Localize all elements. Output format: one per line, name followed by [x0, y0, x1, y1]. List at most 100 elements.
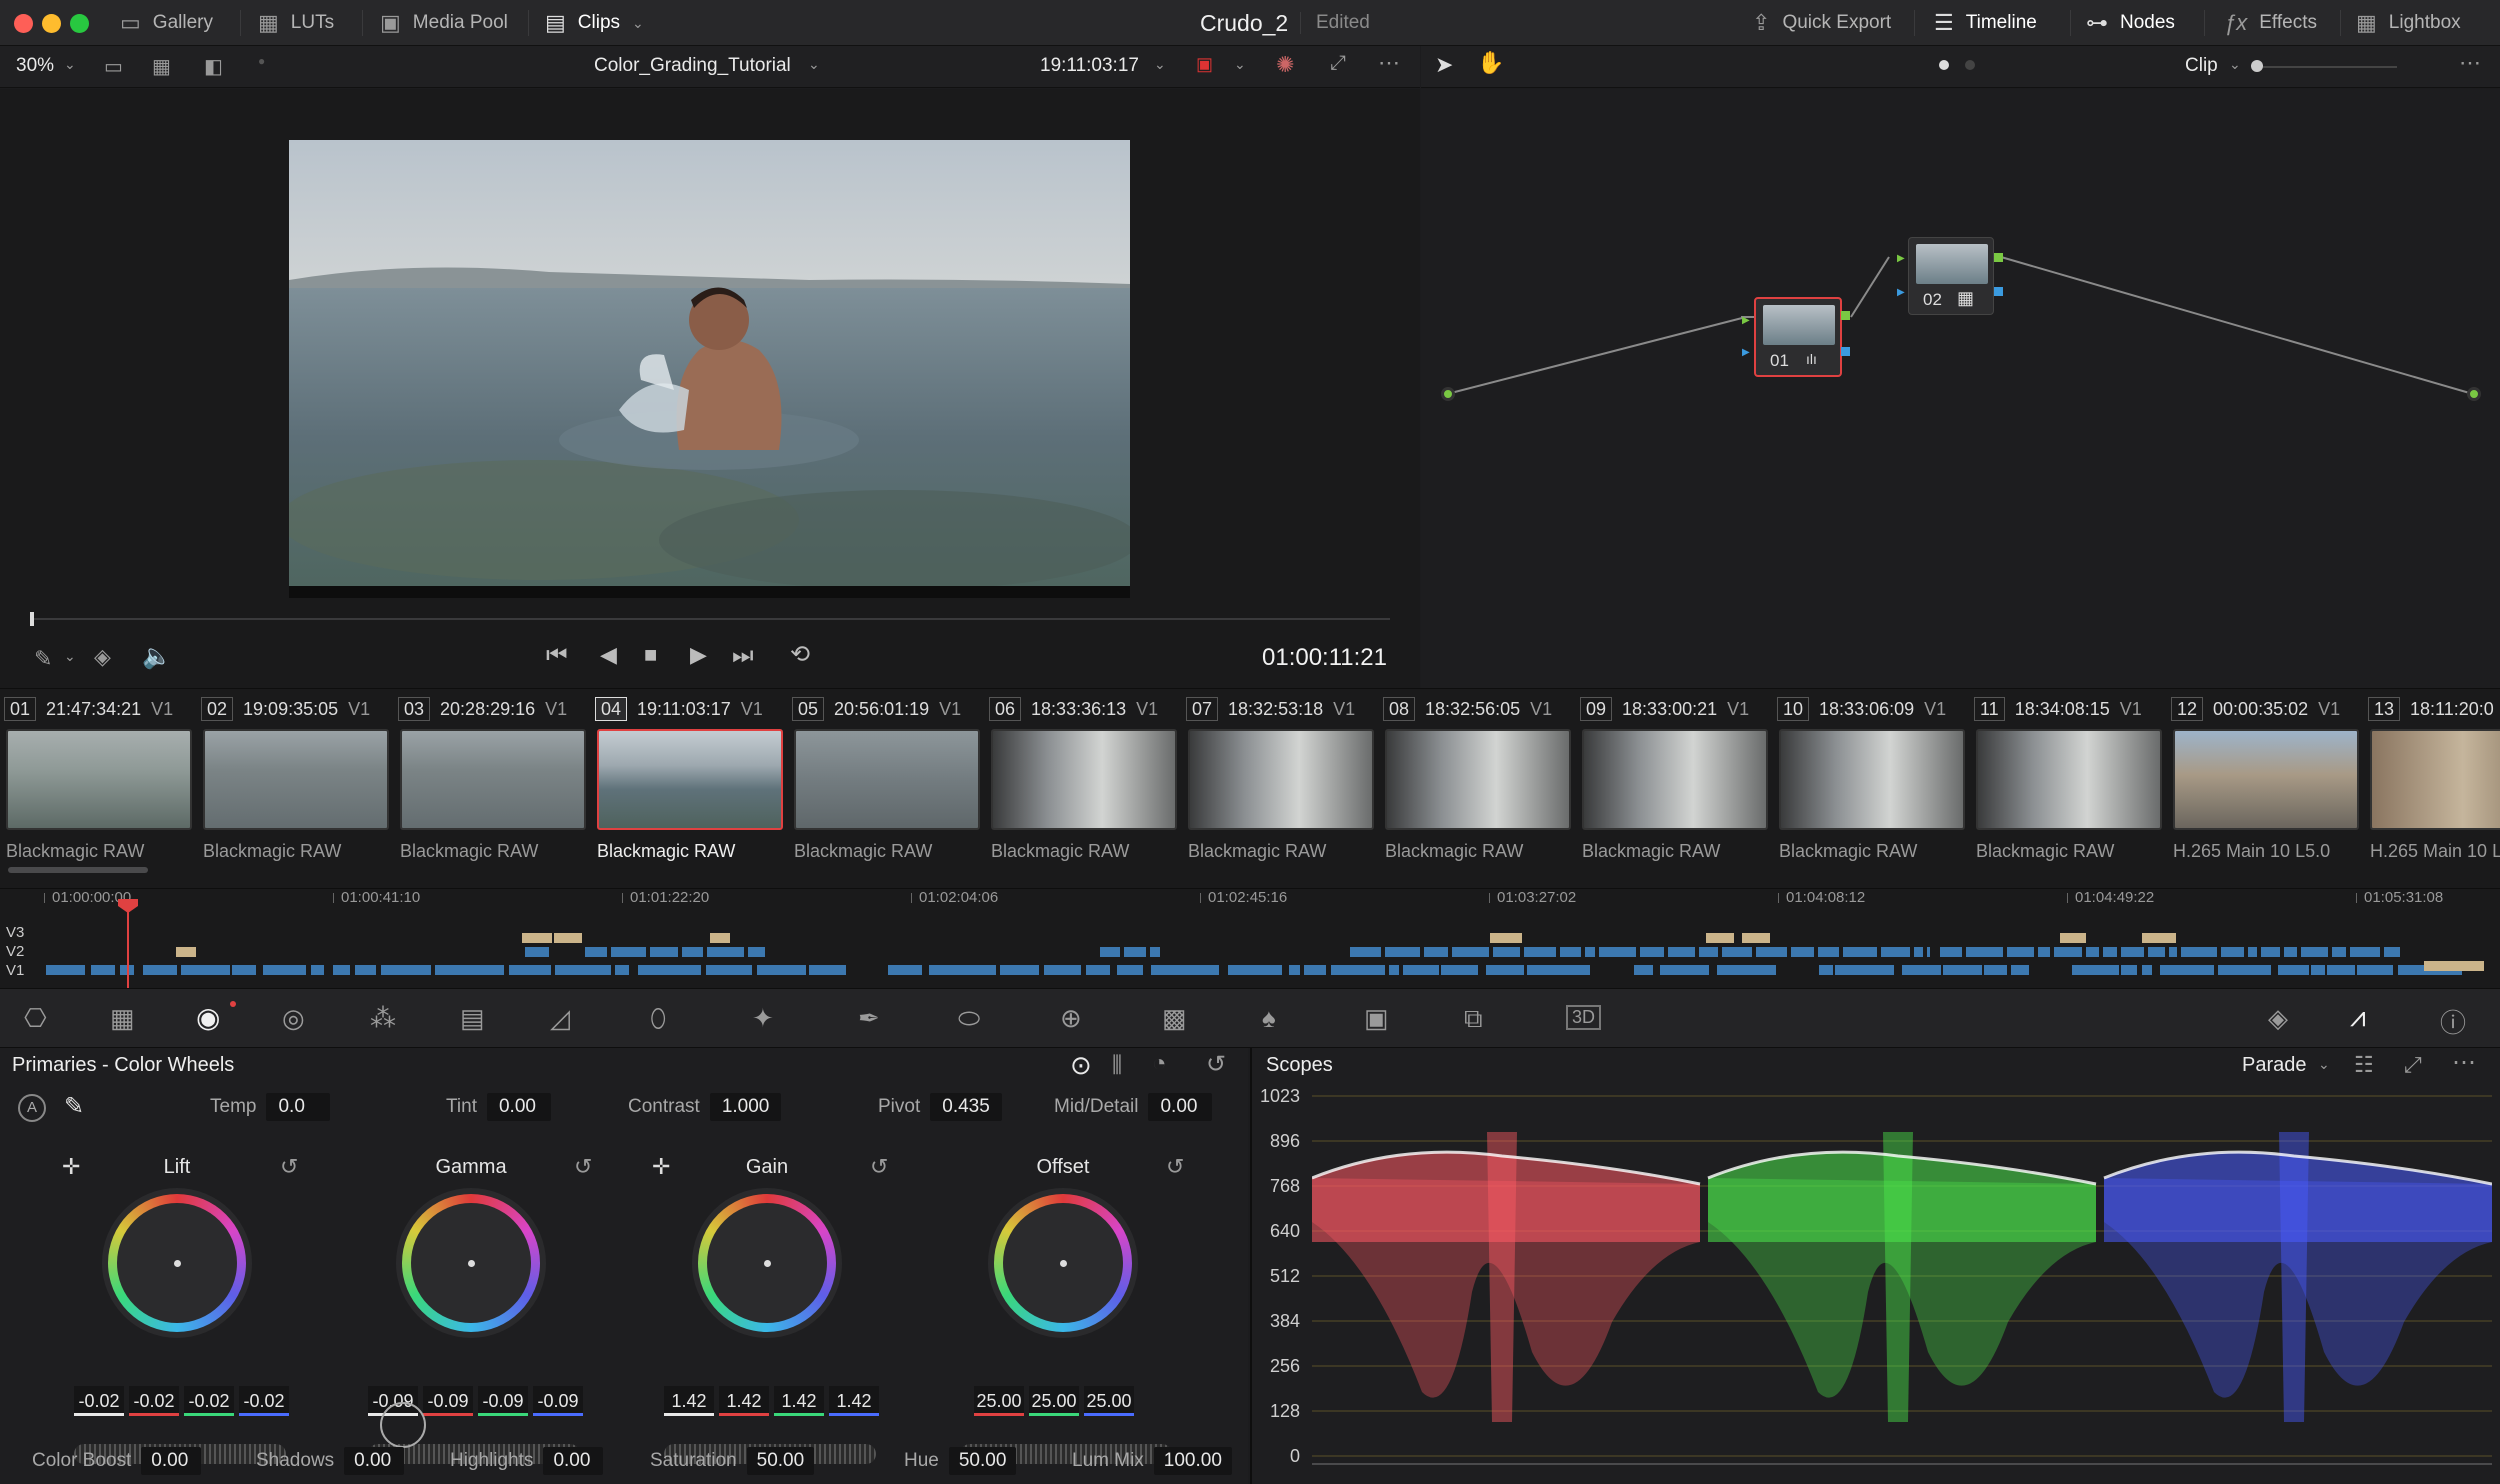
3d-icon[interactable]: 3D — [1566, 1005, 1602, 1030]
timeline-clip[interactable] — [757, 965, 806, 975]
timeline-clip[interactable] — [381, 965, 431, 975]
node-output-port[interactable] — [1994, 253, 2003, 262]
chevron-down-icon[interactable]: ⌄ — [2318, 1056, 2330, 1073]
white-balance-picker-icon[interactable]: ✎ — [64, 1092, 84, 1121]
timeline-clip[interactable] — [1940, 947, 1962, 957]
timeline-clip[interactable] — [1100, 947, 1120, 957]
wheel-value[interactable]: 1.42 — [829, 1386, 879, 1416]
tab-nodes[interactable]: ⊶ Nodes — [2086, 0, 2175, 46]
field-value[interactable]: 1.000 — [709, 1093, 782, 1121]
timeline-clip[interactable] — [2278, 965, 2309, 975]
reset-icon[interactable]: ↺ — [1206, 1050, 1226, 1079]
timeline-clip[interactable] — [435, 965, 504, 975]
timeline-clip[interactable] — [46, 965, 85, 975]
timeline-clip[interactable] — [2121, 965, 2137, 975]
fullscreen-icon[interactable]: ⤢ — [1330, 52, 1346, 75]
grid-view-icon[interactable]: ▦ — [152, 54, 171, 79]
timeline-clip[interactable] — [1044, 965, 1081, 975]
adjust-field[interactable]: Saturation 50.00 — [650, 1446, 815, 1476]
wheel-ring[interactable] — [698, 1194, 836, 1332]
field-value[interactable]: 0.00 — [344, 1447, 405, 1475]
timeline-clip[interactable] — [1722, 947, 1752, 957]
blur-icon[interactable]: ♠ — [1262, 1003, 1276, 1034]
timeline-clip[interactable] — [2160, 965, 2214, 975]
field-value[interactable]: 0.00 — [1148, 1093, 1213, 1121]
tab-timeline[interactable]: ☰ Timeline — [1934, 0, 2037, 46]
tab-clips[interactable]: ▤ Clips ⌄ — [545, 0, 644, 46]
node-graph[interactable]: 01 ılı ▶ ▶ 02 ▦ ▶ ▶ — [1421, 89, 2500, 688]
adjust-field[interactable]: Highlights 0.00 — [450, 1446, 604, 1476]
speaker-icon[interactable]: 🔈 — [142, 642, 172, 671]
adjust-field[interactable]: Color Boost 0.00 — [32, 1446, 202, 1476]
motion-effects-icon[interactable]: ▤ — [460, 1003, 485, 1034]
wheel-value[interactable]: -0.09 — [423, 1386, 473, 1416]
timeline-name[interactable]: Color_Grading_Tutorial — [594, 55, 791, 77]
timeline-clip[interactable] — [2007, 947, 2034, 957]
timeline-clip[interactable] — [1124, 947, 1146, 957]
expand-icon[interactable]: ⤢ — [2404, 1052, 2422, 1078]
tab-gallery[interactable]: ▭ Gallery — [120, 0, 213, 46]
timeline-clip[interactable] — [706, 965, 752, 975]
color-wheel-offset[interactable]: ↺ Offset 25.00 25.00 25.00 — [938, 1154, 1188, 1464]
wheel-value[interactable]: -0.02 — [74, 1386, 124, 1416]
key-icon[interactable]: ▣ — [1364, 1003, 1389, 1034]
timeline-clip[interactable] — [2181, 947, 2217, 957]
go-to-start-icon[interactable]: ⏮ — [546, 642, 568, 670]
color-warper-icon[interactable]: ⬯ — [650, 1003, 666, 1035]
timeline-clip[interactable] — [1902, 965, 1941, 975]
timeline-clip[interactable] — [615, 965, 629, 975]
clip-strip-scrollbar[interactable] — [8, 867, 148, 873]
field-value[interactable]: 0.0 — [266, 1093, 331, 1121]
node-output-port[interactable] — [1841, 311, 1850, 320]
window-icon[interactable]: ⬭ — [958, 1003, 980, 1035]
clip-thumbnail[interactable]: 06 18:33:36:13 V1 Blackmagic RAW — [985, 689, 1180, 879]
info-icon[interactable]: ⓘ — [2440, 1003, 2466, 1040]
page-dot-active[interactable] — [1939, 60, 1949, 70]
wheel-center-handle[interactable] — [764, 1260, 771, 1267]
color-picker-icon[interactable]: ✺ — [1276, 52, 1294, 78]
timeline-clip[interactable] — [2350, 947, 2380, 957]
camera-raw-icon[interactable]: ⎔ — [24, 1003, 47, 1034]
timeline-clip[interactable] — [1289, 965, 1300, 975]
single-view-icon[interactable]: ▭ — [104, 54, 123, 79]
color-match-icon[interactable]: ▦ — [110, 1003, 135, 1034]
wheel-ring[interactable] — [108, 1194, 246, 1332]
timeline-clip[interactable] — [1599, 947, 1636, 957]
color-wheel-gain[interactable]: ✛ ↺ Gain 1.42 1.42 1.42 1.42 — [642, 1154, 892, 1464]
timeline-clip[interactable] — [1634, 965, 1653, 975]
timeline-clip[interactable] — [1966, 947, 2003, 957]
timeline-clip[interactable] — [638, 965, 701, 975]
timeline-clip[interactable] — [1640, 947, 1664, 957]
timeline-clip[interactable] — [1791, 947, 1814, 957]
eyedropper-icon[interactable]: ✒ — [858, 1003, 880, 1034]
adjust-field[interactable]: Contrast 1.000 — [628, 1092, 782, 1122]
timeline-clip[interactable] — [2142, 965, 2152, 975]
timeline-clip[interactable] — [522, 933, 552, 943]
play-icon[interactable]: ▶ — [690, 642, 707, 668]
timeline-clip[interactable] — [2038, 947, 2050, 957]
timeline-clip[interactable] — [1668, 947, 1695, 957]
timeline-clip[interactable] — [2357, 965, 2393, 975]
timeline-clip[interactable] — [1493, 947, 1520, 957]
timeline-clip[interactable] — [1560, 947, 1581, 957]
close-window-button[interactable] — [14, 14, 33, 33]
timeline-clip[interactable] — [2424, 961, 2484, 971]
adjust-field[interactable]: Temp 0.0 — [210, 1092, 331, 1122]
wheel-center-handle[interactable] — [174, 1260, 181, 1267]
adjust-field[interactable]: Hue 50.00 — [904, 1446, 1017, 1476]
tab-media-pool[interactable]: ▣ Media Pool — [380, 0, 508, 46]
timeline-clip[interactable] — [509, 965, 551, 975]
scope-mode[interactable]: Parade — [2242, 1054, 2307, 1077]
field-value[interactable]: 50.00 — [948, 1447, 1017, 1475]
more-icon[interactable]: ⋯ — [1378, 50, 1400, 76]
magic-mask-icon[interactable]: ▩ — [1162, 1003, 1187, 1034]
timeline-clip[interactable] — [1151, 965, 1219, 975]
timeline-clip[interactable] — [2332, 947, 2346, 957]
timeline-clip[interactable] — [176, 947, 196, 957]
timeline-clip[interactable] — [1881, 947, 1910, 957]
adjust-field[interactable]: Mid/Detail 0.00 — [1054, 1092, 1213, 1122]
clip-thumbnail[interactable]: 10 18:33:06:09 V1 Blackmagic RAW — [1773, 689, 1968, 879]
timeline-clip[interactable] — [181, 965, 230, 975]
timeline-clip[interactable] — [1943, 965, 1982, 975]
timeline-clip[interactable] — [682, 947, 703, 957]
